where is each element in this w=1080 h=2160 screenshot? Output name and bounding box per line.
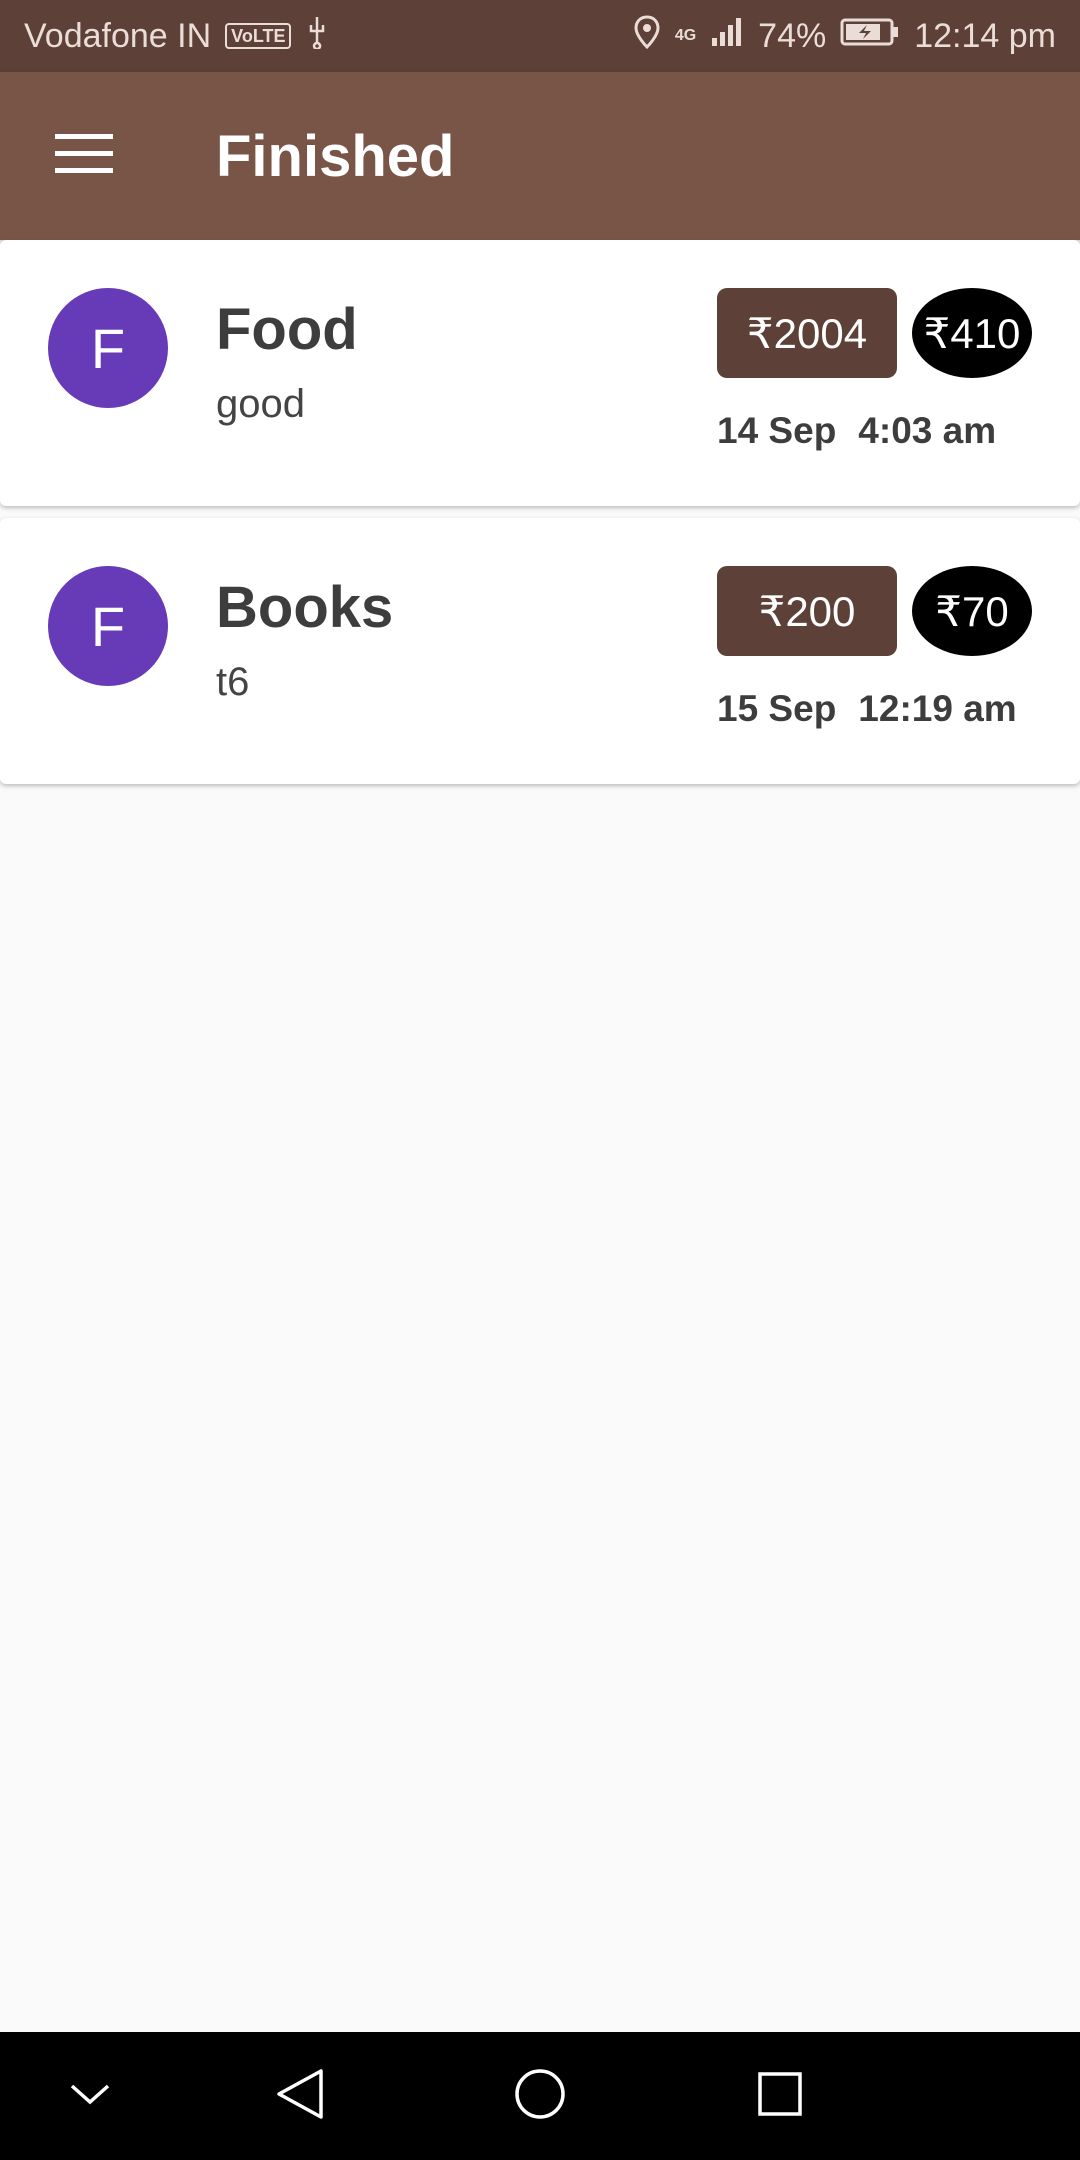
avatar: F (48, 566, 168, 686)
avatar: F (48, 288, 168, 408)
signal-icon (710, 16, 744, 57)
battery-charging-icon (840, 17, 900, 56)
home-circle-icon (513, 2067, 567, 2126)
item-name: Books (216, 575, 394, 640)
network-type: 4G (674, 27, 697, 44)
finished-list: F Food good ₹2004 ₹410 14 Sep 4:03 am F B… (0, 240, 1080, 796)
secondary-amount-badge: ₹70 (912, 566, 1032, 656)
item-note: good (216, 382, 305, 426)
recents-button[interactable] (748, 2064, 812, 2128)
usb-icon (305, 15, 329, 58)
item-time: 4:03 am (858, 410, 997, 451)
secondary-amount-badge: ₹410 (912, 288, 1032, 378)
page-title: Finished (216, 123, 455, 189)
back-button[interactable] (268, 2064, 332, 2128)
system-nav-bar (0, 2032, 1080, 2160)
item-note: t6 (216, 660, 250, 704)
battery-percent: 74% (758, 16, 827, 55)
item-name: Food (216, 297, 358, 362)
back-triangle-icon (275, 2067, 325, 2126)
amount-badge: ₹2004 (717, 288, 897, 378)
chevron-down-icon (68, 2080, 112, 2113)
location-icon (633, 14, 661, 58)
item-date: 14 Sep (717, 410, 837, 451)
carrier-name: Vodafone IN (24, 16, 212, 55)
list-item[interactable]: F Food good ₹2004 ₹410 14 Sep 4:03 am (0, 240, 1080, 506)
hamburger-menu-icon (55, 133, 113, 180)
volte-badge: VoLTE (225, 23, 292, 49)
clock: 12:14 pm (914, 16, 1056, 55)
home-button[interactable] (508, 2064, 572, 2128)
item-time: 12:19 am (858, 688, 1017, 729)
recents-square-icon (756, 2070, 804, 2123)
item-timestamp: 15 Sep 12:19 am (717, 688, 1017, 730)
hide-keyboard-button[interactable] (58, 2064, 122, 2128)
item-date: 15 Sep (717, 688, 837, 729)
app-bar: Finished (0, 72, 1080, 240)
status-bar: Vodafone IN VoLTE 4G 74% 12:14 pm (0, 0, 1080, 72)
menu-button[interactable] (24, 96, 144, 216)
list-item[interactable]: F Books t6 ₹200 ₹70 15 Sep 12:19 am (0, 518, 1080, 784)
amount-badge: ₹200 (717, 566, 897, 656)
item-timestamp: 14 Sep 4:03 am (717, 410, 996, 452)
